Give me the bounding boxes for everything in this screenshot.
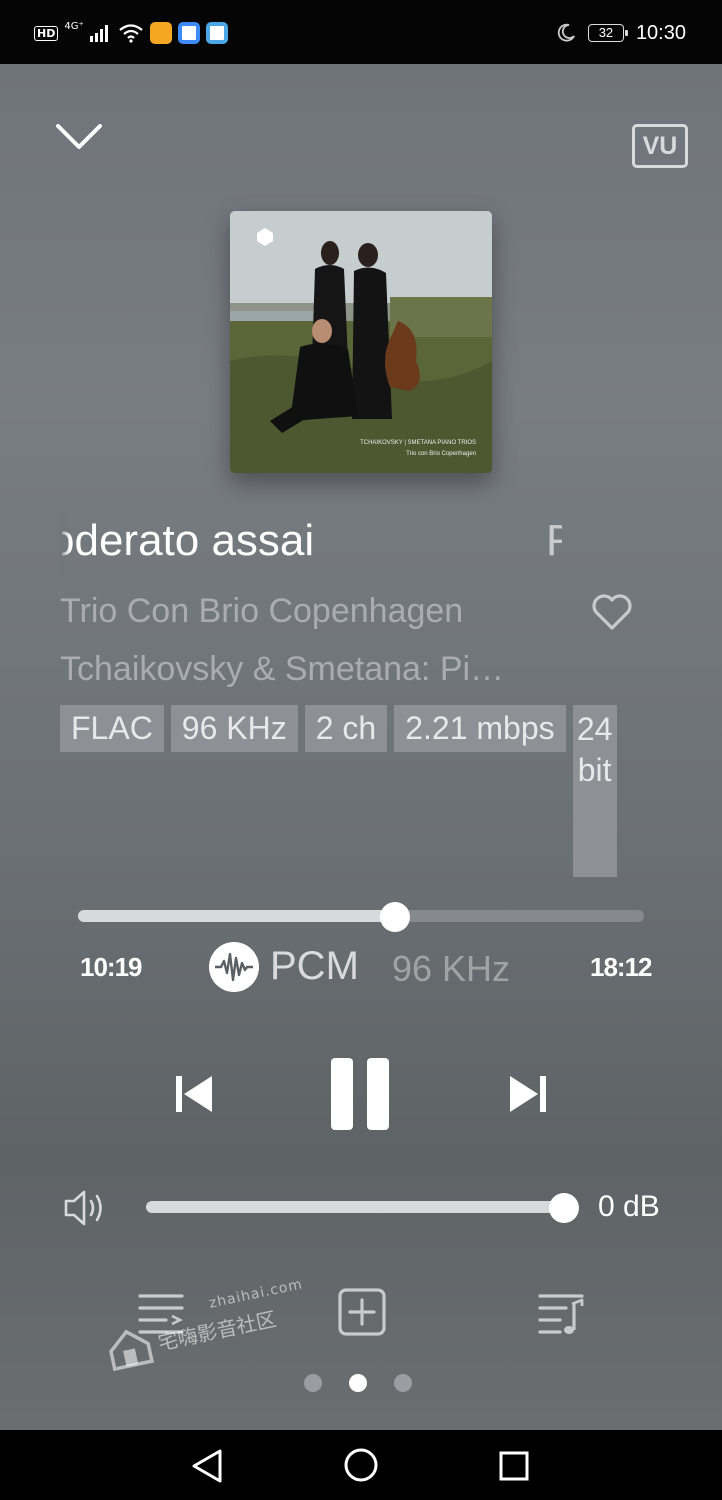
seek-bar-thumb[interactable] <box>379 902 410 932</box>
pause-icon[interactable] <box>331 1058 389 1130</box>
audio-format-tags: FLAC 96 KHz 2 ch 2.21 mbps 24bit <box>60 705 617 877</box>
hd-badge: HD <box>34 25 59 41</box>
volume-slider[interactable] <box>146 1193 579 1223</box>
skip-next-icon[interactable] <box>508 1074 548 1114</box>
recents-icon[interactable] <box>498 1450 530 1482</box>
album-name[interactable]: Tchaikovsky & Smetana: Pi… <box>60 650 560 689</box>
album-caption-line1: TCHAIKOVSKY | SMETANA PIANO TRIOS <box>360 440 476 446</box>
clock: 10:30 <box>635 21 686 44</box>
album-caption-line2: Trio con Brio Copenhagen <box>406 451 476 457</box>
channels-tag: 2 ch <box>304 705 388 752</box>
add-to-playlist-icon[interactable] <box>336 1286 388 1338</box>
network-type: 4G⁺ <box>64 21 84 32</box>
bitrate-tag: 2.21 mbps <box>394 705 566 752</box>
track-title-continuation: F <box>546 516 562 565</box>
page-dot-active[interactable] <box>349 1374 367 1392</box>
status-right: 32 10:30 <box>556 18 686 48</box>
wifi-icon <box>119 24 143 43</box>
status-left: HD 4G⁺ <box>34 18 228 48</box>
playlist-icon[interactable] <box>536 1286 588 1338</box>
page-dot[interactable] <box>304 1374 322 1392</box>
app-notification-icon-browser <box>177 22 200 44</box>
sample-rate-tag: 96 KHz <box>170 705 298 752</box>
album-photo <box>230 211 492 473</box>
moon-icon <box>557 23 575 42</box>
waveform-icon <box>209 942 259 992</box>
seek-bar[interactable] <box>78 902 644 932</box>
heart-outline-icon[interactable] <box>590 592 634 632</box>
volume-level: 0 dB <box>598 1190 660 1223</box>
output-mode: PCM <box>270 944 359 988</box>
battery-indicator: 32 <box>587 24 628 42</box>
home-icon[interactable] <box>343 1447 379 1483</box>
album-art: TCHAIKOVSKY | SMETANA PIANO TRIOS Trio c… <box>230 211 492 473</box>
app-notification-icon-video <box>149 22 172 44</box>
total-time: 18:12 <box>590 952 652 982</box>
page-dot[interactable] <box>394 1374 412 1392</box>
signal-icon <box>89 25 108 42</box>
track-title: oderato assai <box>62 516 315 565</box>
seek-bar-fill <box>78 910 395 922</box>
vu-meter-button[interactable]: VU <box>632 124 688 168</box>
label-logo-icon <box>257 228 273 246</box>
watermark-house-icon <box>109 1329 154 1372</box>
now-playing-screen: VU TCHAIKOVSKY | SMETANA PIANO TRIOS Tri… <box>0 64 722 1430</box>
artist-name[interactable]: Trio Con Brio Copenhagen <box>60 592 463 631</box>
track-title-marquee: oderato assai F <box>62 512 562 576</box>
chevron-down-icon[interactable] <box>54 120 104 154</box>
volume-thumb[interactable] <box>549 1193 579 1223</box>
app-notification-icon-cloud <box>205 22 228 44</box>
page-indicator <box>304 1374 412 1392</box>
codec-tag: FLAC <box>60 705 164 752</box>
system-navigation-bar <box>0 1430 722 1500</box>
output-rate: 96 KHz <box>392 948 511 989</box>
status-bar: HD 4G⁺ 32 10:30 <box>0 0 722 64</box>
title-fade <box>60 512 70 576</box>
skip-previous-icon[interactable] <box>174 1074 214 1114</box>
bit-depth-tag: 24bit <box>572 705 617 877</box>
back-icon[interactable] <box>190 1448 224 1484</box>
elapsed-time: 10:19 <box>80 952 142 982</box>
speaker-icon[interactable] <box>62 1188 108 1228</box>
